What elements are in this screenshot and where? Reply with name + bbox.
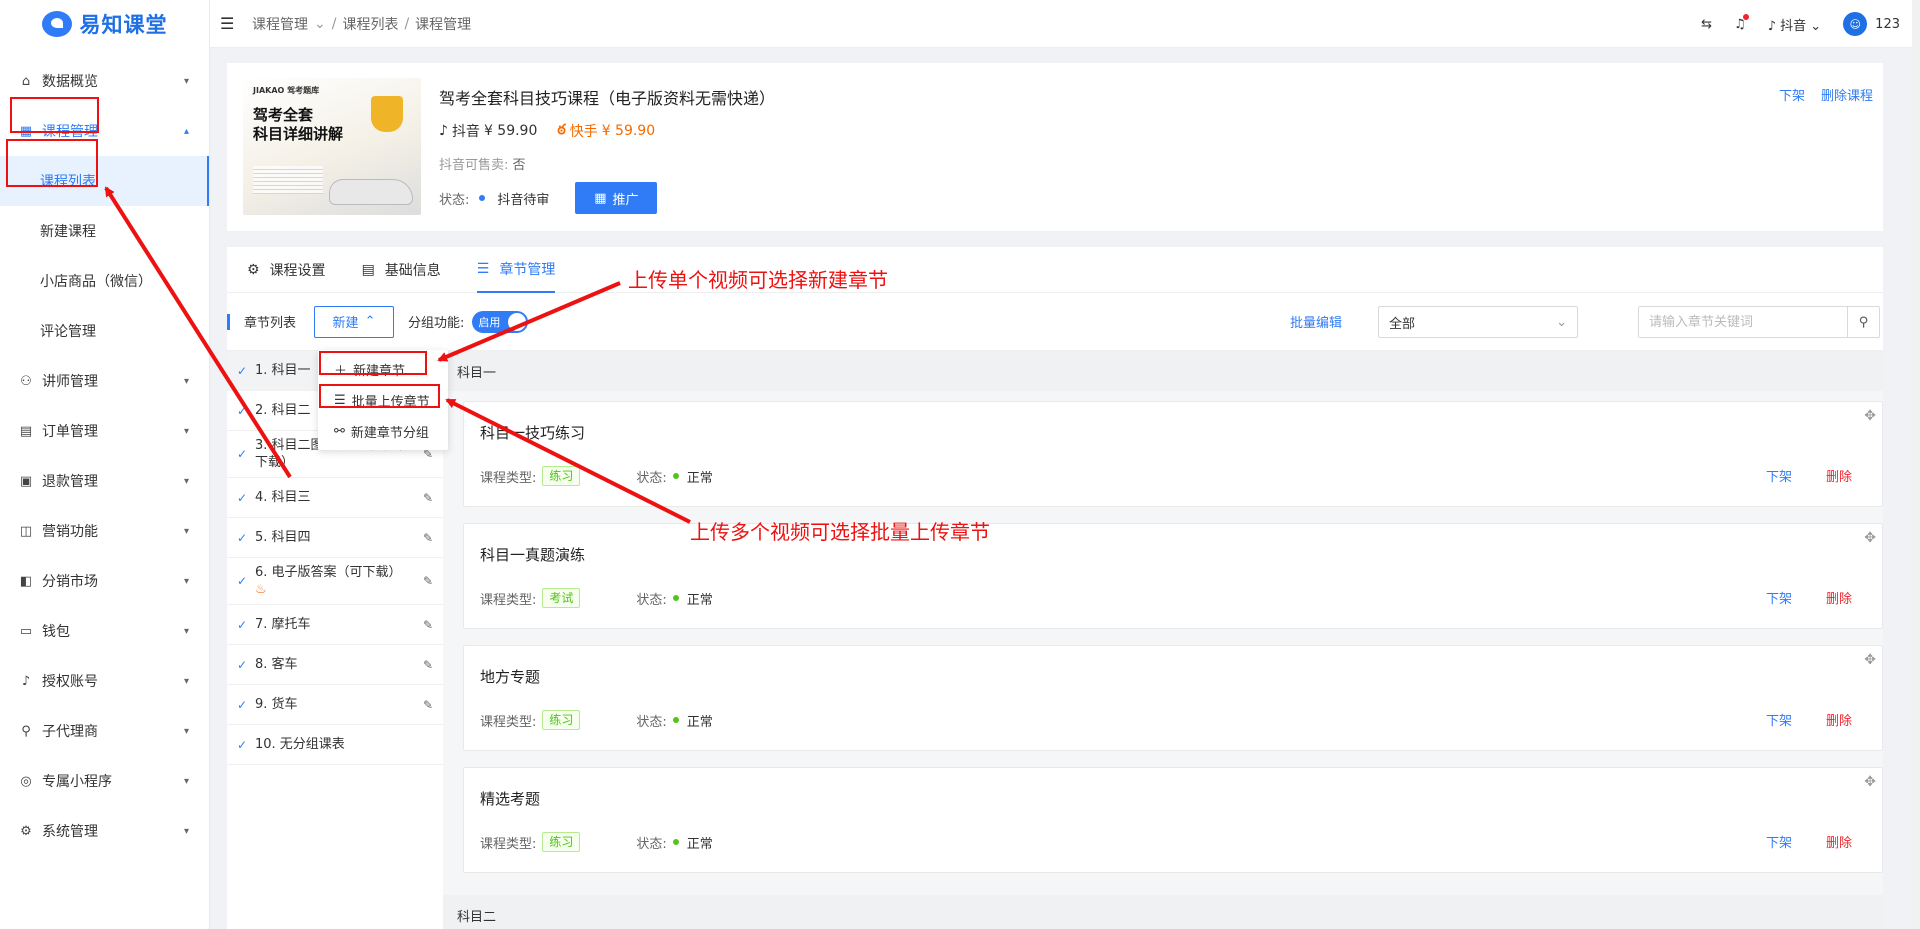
annotation-arrow bbox=[104, 186, 292, 479]
annotation-arrows bbox=[104, 186, 691, 524]
annotation-arrow bbox=[445, 398, 691, 524]
annotation-arrow bbox=[437, 281, 621, 362]
annotation-text-single: 上传单个视频可选择新建章节 bbox=[628, 268, 888, 292]
annotation-text-multi: 上传多个视频可选择批量上传章节 bbox=[690, 520, 990, 544]
